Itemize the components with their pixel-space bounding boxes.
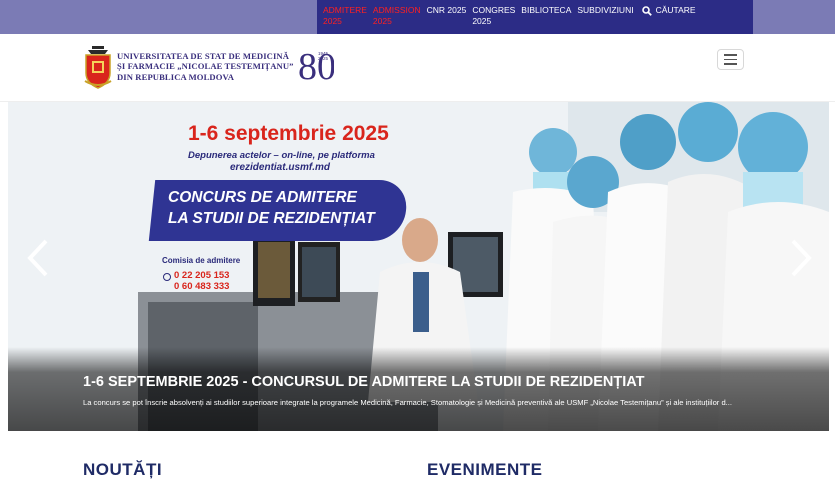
- menu-toggle-button[interactable]: [717, 49, 744, 70]
- events-section-title: EVENIMENTE: [427, 460, 543, 479]
- chevron-left-icon: [27, 239, 48, 277]
- search-button[interactable]: CĂUTARE: [641, 5, 696, 16]
- poster-commission: Comisia de admitere: [162, 256, 241, 265]
- university-logo[interactable]: UNIVERSITATEA DE STAT DE MEDICINĂ ȘI FAR…: [83, 43, 336, 90]
- hamburger-icon-bar: [724, 58, 737, 61]
- nav-item-congres[interactable]: CONGRES 2025: [472, 5, 515, 27]
- poster-subtitle: Depunerea actelor – on-line, pe platform…: [188, 150, 375, 161]
- university-name: UNIVERSITATEA DE STAT DE MEDICINĂ ȘI FAR…: [117, 51, 294, 83]
- carousel-prev-button[interactable]: [24, 237, 54, 279]
- hamburger-icon-bar: [724, 63, 737, 65]
- university-name-line: ȘI FARMACIE „NICOLAE TESTEMIȚANU”: [117, 61, 294, 72]
- crest-icon: [84, 45, 112, 89]
- badge-number: 80: [298, 46, 334, 85]
- poster-url: erezidentiat.usmf.md: [230, 162, 331, 173]
- phone-icon: [163, 273, 171, 281]
- nav-item-cnr[interactable]: CNR 2025: [427, 5, 467, 16]
- news-section-title: NOUTĂȚI: [83, 460, 163, 479]
- top-navigation: ADMITERE 2025 ADMISSION 2025 CNR 2025 CO…: [317, 0, 753, 34]
- nav-item-subdiviziuni[interactable]: SUBDIVIZIUNI: [577, 5, 633, 16]
- badge-years-end: 2025: [318, 56, 329, 61]
- carousel-next-button[interactable]: [785, 237, 815, 279]
- anniversary-badge: 80 1945 2025: [298, 43, 336, 90]
- search-icon: [641, 6, 652, 16]
- slide-title[interactable]: 1-6 SEPTEMBRIE 2025 - CONCURSUL DE ADMIT…: [83, 374, 645, 390]
- chevron-right-icon: [791, 239, 812, 277]
- site-header: UNIVERSITATEA DE STAT DE MEDICINĂ ȘI FAR…: [0, 34, 835, 102]
- poster-date: 1-6 septembrie 2025: [188, 122, 389, 145]
- university-name-line: UNIVERSITATEA DE STAT DE MEDICINĂ: [117, 50, 290, 61]
- nav-item-biblioteca[interactable]: BIBLIOTECA: [521, 5, 571, 16]
- poster-phones: 0 22 205 153 0 60 483 333: [174, 270, 230, 292]
- nav-item-admitere[interactable]: ADMITERE 2025: [323, 5, 367, 27]
- poster-banner-text: CONCURS DE ADMITERE LA STUDII DE REZIDEN…: [168, 189, 375, 227]
- hero-carousel[interactable]: 1-6 septembrie 2025 Depunerea actelor – …: [8, 102, 829, 431]
- search-label: CĂUTARE: [655, 5, 696, 15]
- university-name-line: DIN REPUBLICA MOLDOVA: [117, 71, 235, 82]
- slide-description: La concurs se pot înscrie absolvenți ai …: [83, 398, 733, 407]
- nav-item-admission[interactable]: ADMISSION 2025: [373, 5, 421, 27]
- hamburger-icon-bar: [724, 54, 737, 56]
